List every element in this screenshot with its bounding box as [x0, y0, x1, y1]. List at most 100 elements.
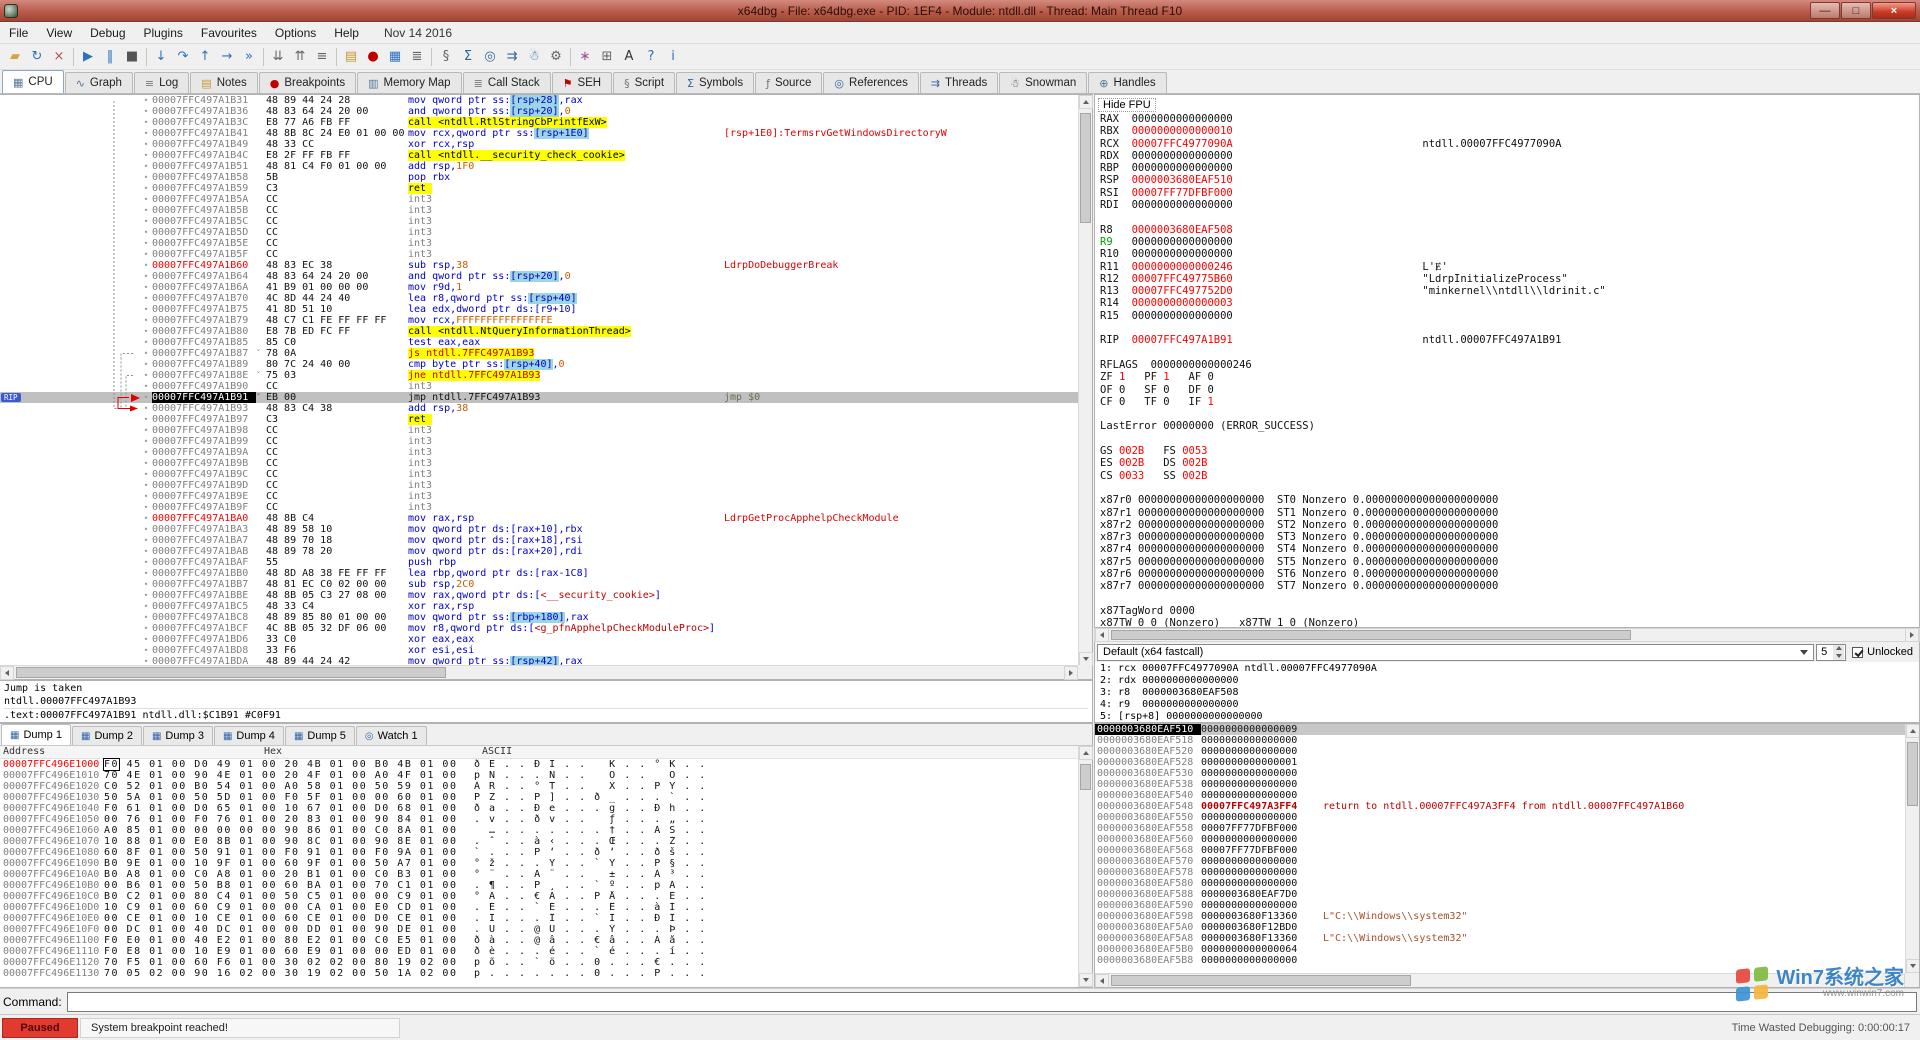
disasm-row[interactable]: •00007FFC497A1B5148 81 C4 F0 01 00 00add… [0, 161, 1078, 172]
disasm-horizontal-scrollbar[interactable] [0, 665, 1078, 679]
stack-row[interactable]: 0000003680EAF5180000000000000000 [1095, 735, 1919, 746]
appearance-icon[interactable]: ∗ [574, 46, 596, 68]
about-icon[interactable]: i [662, 46, 684, 68]
register-row[interactable]: RBX 0000000000000010 [1100, 125, 1919, 137]
breakpoint-dot[interactable]: • [140, 315, 152, 326]
pause-icon[interactable]: ‖ [99, 46, 121, 68]
step-into-icon[interactable]: ↓ [150, 46, 172, 68]
breakpoint-dot[interactable]: • [140, 425, 152, 436]
register-row[interactable]: RIP 00007FFC497A1B91 ntdll.00007FFC497A1… [1100, 334, 1919, 346]
tab-log[interactable]: ≡Log [134, 72, 189, 93]
breakpoint-dot[interactable]: • [140, 205, 152, 216]
breakpoint-dot[interactable]: • [140, 194, 152, 205]
disasm-row[interactable]: •00007FFC497A1B704C 8D 44 24 40lea r8,qw… [0, 293, 1078, 304]
settings-icon[interactable]: ⚙ [545, 46, 567, 68]
breakpoint-dot[interactable]: • [140, 183, 152, 194]
call-stack-icon[interactable]: ≣ [406, 46, 428, 68]
disasm-row[interactable]: •00007FFC497A1BA748 89 70 18mov qword pt… [0, 535, 1078, 546]
disasm-row[interactable]: •00007FFC497A1B585Bpop rbx [0, 172, 1078, 183]
help-icon[interactable]: ? [640, 46, 662, 68]
breakpoint-dot[interactable]: • [140, 271, 152, 282]
stack-row[interactable]: 0000003680EAF56800007FF77DFBF000 [1095, 845, 1919, 856]
stack-horizontal-scrollbar[interactable] [1095, 973, 1905, 987]
breakpoint-dot[interactable]: • [140, 172, 152, 183]
fastcall-arg-row[interactable]: 1: rcx 00007FFC4977090A ntdll.00007FFC49… [1100, 663, 1919, 675]
breakpoint-dot[interactable]: • [140, 568, 152, 579]
stack-row[interactable]: 0000003680EAF5700000000000000000 [1095, 856, 1919, 867]
disasm-row[interactable]: •00007FFC497A1B8585 C0test eax,eax [0, 337, 1078, 348]
tab-dump-5[interactable]: ▦Dump 5 [285, 726, 355, 745]
trace-over-icon[interactable]: ⇈ [289, 46, 311, 68]
breakpoint-dot[interactable]: • [140, 117, 152, 128]
disasm-row[interactable]: •00007FFC497A1BD633 C0xor eax,eax [0, 634, 1078, 645]
breakpoint-dot[interactable]: • [140, 348, 152, 359]
stack-row[interactable]: 0000003680EAF5200000000000000000 [1095, 746, 1919, 757]
dump-row[interactable]: 00007FFC496E1110F0 E8 01 00 10 E9 01 00 … [0, 946, 1092, 957]
disasm-row[interactable]: •00007FFC497A1B5DCCint3 [0, 227, 1078, 238]
register-row[interactable]: x87r5 00000000000000000000 ST5 Nonzero 0… [1100, 556, 1919, 568]
register-row[interactable]: ES 002B DS 002B [1100, 457, 1919, 469]
breakpoint-dot[interactable]: • [140, 282, 152, 293]
symbols-icon[interactable]: Σ [457, 46, 479, 68]
menu-file[interactable]: File [0, 22, 37, 43]
disasm-row[interactable]: •00007FFC497A1BB748 81 EC C0 02 00 00sub… [0, 579, 1078, 590]
calculator-icon[interactable]: ⊞ [596, 46, 618, 68]
disasm-row[interactable]: •00007FFC497A1B80E8 7B ED FC FFcall <ntd… [0, 326, 1078, 337]
register-row[interactable]: x87TagWord 0000 [1100, 605, 1919, 617]
disasm-row[interactable]: •00007FFC497A1B59C3ret [0, 183, 1078, 194]
dump-row[interactable]: 00007FFC496E105000 76 01 00 F0 76 01 00 … [0, 814, 1092, 825]
argument-count-stepper[interactable]: 5 [1816, 644, 1846, 661]
unlocked-checkbox[interactable] [1852, 647, 1863, 658]
stack-row[interactable]: 0000003680EAF5100000000000000009 [1095, 724, 1919, 735]
stack-row[interactable]: 0000003680EAF5780000000000000000 [1095, 867, 1919, 878]
register-row[interactable] [1100, 433, 1919, 445]
register-row[interactable]: RFLAGS 0000000000000246 [1100, 359, 1919, 371]
breakpoint-dot[interactable]: • [140, 326, 152, 337]
dump-row[interactable]: 00007FFC496E1090B0 9E 01 00 10 9F 01 00 … [0, 858, 1092, 869]
breakpoint-dot[interactable]: • [140, 634, 152, 645]
breakpoint-dot[interactable]: • [140, 304, 152, 315]
register-row[interactable] [1100, 211, 1919, 223]
dump-row[interactable]: 00007FFC496E10B000 B6 01 00 50 B8 01 00 … [0, 880, 1092, 891]
breakpoint-dot[interactable]: • [140, 337, 152, 348]
disasm-row[interactable]: •00007FFC497A1B98CCint3 [0, 425, 1078, 436]
stack-row[interactable]: 0000003680EAF5A80000003680F13360L"C:\\Wi… [1095, 933, 1919, 944]
dump-row[interactable]: 00007FFC496E1020C0 52 01 00 B0 54 01 00 … [0, 781, 1092, 792]
minimize-button[interactable]: — [1810, 2, 1840, 19]
tab-watch-1[interactable]: ◎Watch 1 [356, 726, 427, 745]
tab-source[interactable]: ƒSource [755, 72, 822, 93]
disasm-row[interactable]: •00007FFC497A1B9BCCint3 [0, 458, 1078, 469]
stack-row[interactable]: 0000003680EAF5980000003680F13360L"C:\\Wi… [1095, 911, 1919, 922]
register-row[interactable]: R8 0000003680EAF508 [1100, 224, 1919, 236]
fastcall-arg-row[interactable]: 3: r8 0000003680EAF508 [1100, 687, 1919, 699]
menu-options[interactable]: Options [266, 22, 325, 43]
breakpoint-dot[interactable]: • [140, 623, 152, 634]
breakpoint-dot[interactable]: • [140, 249, 152, 260]
tab-dump-2[interactable]: ▦Dump 2 [72, 726, 142, 745]
register-row[interactable] [1100, 482, 1919, 494]
breakpoint-dot[interactable]: • [140, 524, 152, 535]
close-debuggee-icon[interactable]: × [48, 46, 70, 68]
disasm-row[interactable]: •00007FFC497A1B8Eˇ75 03jne ntdll.7FFC497… [0, 370, 1078, 381]
breakpoint-dot[interactable]: • [140, 535, 152, 546]
step-over-icon[interactable]: ↷ [172, 46, 194, 68]
menu-plugins[interactable]: Plugins [135, 22, 192, 43]
dump-row[interactable]: 00007FFC496E1000F0 45 01 00 D0 49 01 00 … [0, 759, 1092, 770]
register-row[interactable]: x87TW_0 0 (Nonzero) x87TW_1 0 (Nonzero) [1100, 617, 1919, 628]
disasm-row[interactable]: •00007FFC497A1BBE48 8B 05 C3 27 08 00mov… [0, 590, 1078, 601]
tab-cpu[interactable]: ▦CPU [2, 70, 64, 93]
run-icon[interactable]: ▶ [77, 46, 99, 68]
stack-vertical-scrollbar[interactable] [1905, 724, 1919, 973]
disasm-row[interactable]: •00007FFC497A1B4948 33 CCxor rcx,rsp [0, 139, 1078, 150]
stack-row[interactable]: 0000003680EAF5800000000000000000 [1095, 878, 1919, 889]
dump-row[interactable]: 00007FFC496E112070 F5 01 00 60 F6 01 00 … [0, 957, 1092, 968]
disasm-row[interactable]: •00007FFC497A1B4148 8B 8C 24 E0 01 00 00… [0, 128, 1078, 139]
breakpoint-dot[interactable]: • [140, 161, 152, 172]
breakpoint-dot[interactable]: • [140, 458, 152, 469]
calling-convention-select[interactable]: Default (x64 fastcall) [1097, 644, 1814, 661]
register-row[interactable]: R12 00007FFC49775B60 "LdrpInitializeProc… [1100, 273, 1919, 285]
memory-map-icon[interactable]: ▦ [384, 46, 406, 68]
register-row[interactable]: R14 0000000000000003 [1100, 297, 1919, 309]
breakpoint-dot[interactable]: • [140, 480, 152, 491]
dump-row[interactable]: 00007FFC496E10A0B0 A8 01 00 C0 A8 01 00 … [0, 869, 1092, 880]
